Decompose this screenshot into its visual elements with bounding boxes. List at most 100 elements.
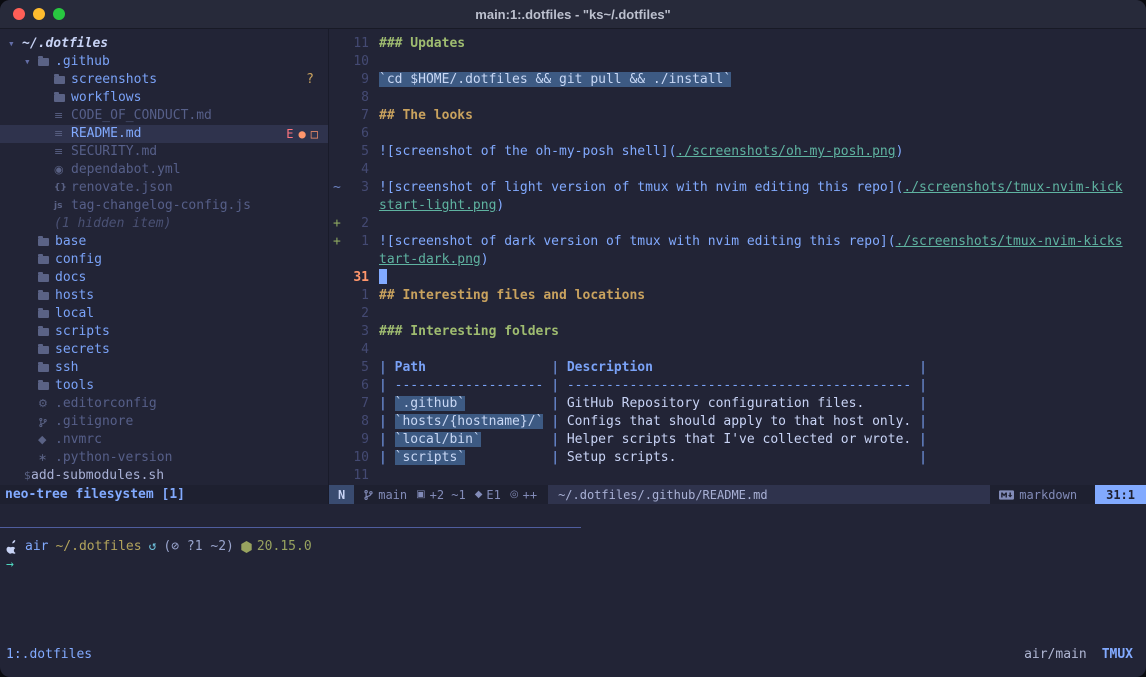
tree-item-dependabot-yml[interactable]: ◉dependabot.yml — [0, 161, 328, 179]
tree-item-dotfiles[interactable]: ▾~/.dotfiles — [0, 35, 328, 53]
shell-prompt-line: air ~/.dotfiles ↺ (⊘ ?1 ~2) 20.15.0 — [6, 538, 1146, 556]
shell-pane[interactable]: air ~/.dotfiles ↺ (⊘ ?1 ~2) 20.15.0 → — [0, 528, 1146, 645]
zoom-button[interactable] — [53, 8, 65, 20]
tree-item-ssh[interactable]: ssh — [0, 359, 328, 377]
tree-item-workflows[interactable]: workflows — [0, 89, 328, 107]
sign-column — [329, 71, 343, 89]
markdown-file-icon: ≡ — [54, 143, 71, 161]
tree-item-label: (1 hidden item) — [54, 215, 171, 233]
editor-line[interactable]: 11### Updates — [329, 35, 1146, 53]
tree-item-config[interactable]: config — [0, 251, 328, 269]
editor-line[interactable]: start-light.png) — [329, 197, 1146, 215]
line-number: 5 — [343, 143, 369, 161]
line-text: | Path | Description | — [379, 359, 927, 377]
sign-column — [329, 305, 343, 323]
sign-column — [329, 251, 343, 269]
markdown-file-icon: ≡ — [54, 107, 71, 125]
tree-item-local[interactable]: local — [0, 305, 328, 323]
tree-item-scripts[interactable]: scripts — [0, 323, 328, 341]
node-version: 20.15.0 — [257, 538, 312, 556]
shell-input-line[interactable]: → — [6, 556, 1146, 574]
terminal-window: main:1:.dotfiles - "ks~/.dotfiles" ▾~/.d… — [0, 0, 1146, 677]
editor-line[interactable]: 11 — [329, 467, 1146, 485]
editor-line[interactable]: 8 | `hosts/{hostname}/` | Configs that sh… — [329, 413, 1146, 431]
sign-column — [329, 377, 343, 395]
line-text: | `.github` | GitHub Repository configur… — [379, 395, 927, 413]
git-branch-icon — [363, 489, 374, 501]
expander-icon[interactable]: ▾ — [8, 35, 22, 53]
tree-item-tools[interactable]: tools — [0, 377, 328, 395]
tree-item-label: scripts — [55, 323, 110, 341]
close-button[interactable] — [13, 8, 25, 20]
editor-line[interactable]: +1![screenshot of dark version of tmux w… — [329, 233, 1146, 251]
line-number: 9 — [343, 71, 369, 89]
editor-line[interactable]: 3### Interesting folders — [329, 323, 1146, 341]
tree-item-tag-changelog-config-js[interactable]: jstag-changelog-config.js — [0, 197, 328, 215]
tree-item-editorconfig[interactable]: ⚙.editorconfig — [0, 395, 328, 413]
git-sign: + — [329, 215, 343, 233]
tmux-window-tab[interactable]: 1:.dotfiles — [6, 647, 92, 662]
tree-item-add-submodules-sh[interactable]: $add-submodules.sh — [0, 467, 36, 485]
sign-column — [329, 413, 343, 431]
editor-line[interactable]: +2 — [329, 215, 1146, 233]
tree-item-github[interactable]: ▾.github — [0, 53, 328, 71]
editor-line[interactable]: tart-dark.png) — [329, 251, 1146, 269]
tree-item-secrets[interactable]: secrets — [0, 341, 328, 359]
editor-line[interactable]: 4 — [329, 341, 1146, 359]
line-number: 7 — [343, 107, 369, 125]
titlebar: main:1:.dotfiles - "ks~/.dotfiles" — [0, 0, 1146, 29]
tree-item-hosts[interactable]: hosts — [0, 287, 328, 305]
line-number — [343, 197, 369, 215]
editor-line[interactable]: 9`cd $HOME/.dotfiles && git pull && ./in… — [329, 71, 1146, 89]
js-icon: js — [54, 197, 71, 215]
editor: 11### Updates109`cd $HOME/.dotfiles && g… — [329, 29, 1146, 504]
editor-line[interactable]: 6| ------------------- | ---------------… — [329, 377, 1146, 395]
editor-line[interactable]: 9| `local/bin` | Helper scripts that I'v… — [329, 431, 1146, 449]
editor-line[interactable]: 31 — [329, 269, 1146, 287]
line-text: ### Updates — [379, 35, 465, 53]
diagnostics-count: E1 — [486, 488, 500, 502]
expander-icon[interactable]: ▾ — [24, 53, 38, 71]
editor-line[interactable]: 1## Interesting files and locations — [329, 287, 1146, 305]
minimize-button[interactable] — [33, 8, 45, 20]
folder-open-icon — [38, 58, 55, 66]
editor-line[interactable]: 10| `scripts` | Setup scripts. | — [329, 449, 1146, 467]
folder-closed-icon — [54, 76, 71, 84]
line-text: | ------------------- | ----------------… — [379, 377, 927, 395]
buffer-flags-icon: ◎ — [510, 489, 519, 500]
tmux-badge: TMUX — [1102, 647, 1133, 662]
editor-line[interactable]: 8 — [329, 89, 1146, 107]
editor-line[interactable]: 6 — [329, 125, 1146, 143]
tree-item-python-version[interactable]: ∗.python-version — [0, 449, 328, 467]
tree-item-nvmrc[interactable]: ◆.nvmrc — [0, 431, 328, 449]
file-path: ~/.dotfiles/.github/README.md — [548, 485, 990, 504]
editor-line[interactable]: 2 — [329, 305, 1146, 323]
line-number: 8 — [343, 413, 369, 431]
prompt-host: air — [25, 538, 48, 556]
editor-line[interactable]: 10 — [329, 53, 1146, 71]
tree-item-gitignore[interactable]: .gitignore — [0, 413, 328, 431]
editor-line[interactable]: 7## The looks — [329, 107, 1146, 125]
editor-line[interactable]: ~3![screenshot of light version of tmux … — [329, 179, 1146, 197]
line-number: 10 — [343, 53, 369, 71]
tmux-status-bar: 1:.dotfiles air/main TMUX — [0, 645, 1146, 663]
sign-column — [329, 161, 343, 179]
tree-item-docs[interactable]: docs — [0, 269, 328, 287]
editor-buffer[interactable]: 11### Updates109`cd $HOME/.dotfiles && g… — [329, 35, 1146, 485]
tree-item-code-of-conduct-md[interactable]: ≡CODE_OF_CONDUCT.md — [0, 107, 328, 125]
editor-line[interactable]: 5![screenshot of the oh-my-posh shell](.… — [329, 143, 1146, 161]
tree-item-security-md[interactable]: ≡SECURITY.md — [0, 143, 328, 161]
tree-item-label: README.md — [71, 125, 141, 143]
git-branch-icon — [38, 417, 55, 428]
tree-item-label: workflows — [71, 89, 141, 107]
tree-item-readme-md[interactable]: ≡README.mdE●□ — [0, 125, 328, 143]
editor-line[interactable]: 4 — [329, 161, 1146, 179]
line-text: ## Interesting files and locations — [379, 287, 645, 305]
tree-item-base[interactable]: base — [0, 233, 328, 251]
tree-item-screenshots[interactable]: screenshots? — [0, 71, 328, 89]
editor-line[interactable]: 5| Path | Description | — [329, 359, 1146, 377]
line-text: | `hosts/{hostname}/` | Configs that sho… — [379, 413, 927, 431]
tree-item-label: secrets — [55, 341, 110, 359]
editor-line[interactable]: 7| `.github` | GitHub Repository configu… — [329, 395, 1146, 413]
tree-item-renovate-json[interactable]: {}renovate.json — [0, 179, 328, 197]
